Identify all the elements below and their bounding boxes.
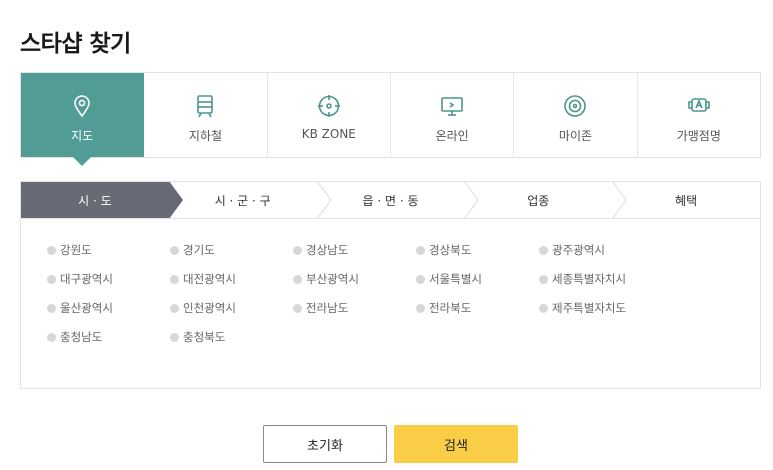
radio-dot-icon	[170, 245, 179, 255]
region-item[interactable]: 강원도	[47, 242, 170, 258]
radio-dot-icon	[47, 245, 56, 255]
region-item[interactable]: 대구광역시	[47, 271, 170, 287]
region-item[interactable]: 충청남도	[47, 329, 170, 345]
region-item[interactable]: 대전광역시	[170, 271, 293, 287]
region-label: 세종특별자치시	[552, 272, 627, 286]
region-label: 전라남도	[306, 301, 349, 315]
radio-dot-icon	[170, 274, 179, 284]
tab-kb-zone[interactable]: KB ZONE	[267, 73, 391, 157]
region-item[interactable]: 전라남도	[293, 300, 416, 316]
region-label: 인천광역시	[183, 301, 236, 315]
radio-dot-icon	[539, 274, 548, 284]
target-circle-icon	[562, 93, 588, 119]
step-navigator: 시 · 도 시 · 군 · 구 읍 · 면 · 동 업종 혜택	[20, 181, 761, 219]
radio-dot-icon	[170, 303, 179, 313]
radio-dot-icon	[416, 303, 425, 313]
step-town[interactable]: 읍 · 면 · 동	[317, 182, 479, 218]
tab-online[interactable]: 온라인	[390, 73, 515, 157]
region-label: 부산광역시	[306, 272, 359, 286]
region-item[interactable]: 울산광역시	[47, 300, 170, 316]
tab-label: 지하철	[188, 129, 223, 143]
tab-map[interactable]: 지도	[21, 73, 145, 166]
radio-dot-icon	[293, 274, 302, 284]
region-item[interactable]: 경기도	[170, 242, 293, 258]
region-label: 제주특별자치도	[552, 301, 627, 315]
crosshair-icon	[316, 93, 342, 119]
monitor-icon	[439, 93, 465, 119]
radio-dot-icon	[416, 245, 425, 255]
tab-label: 온라인	[435, 129, 469, 143]
region-item[interactable]: 광주광역시	[539, 242, 662, 258]
page-title: 스타샵 찾기	[20, 31, 131, 57]
tab-store-name[interactable]: 가맹점명	[637, 73, 760, 157]
region-list: 강원도 경기도 경상남도 경상북도 광주광역시대구광역시 대전광역시 부산광역시 서울특별시 세…	[47, 242, 760, 345]
tab-label: 지도	[71, 129, 94, 143]
step-arrow-icon	[450, 182, 479, 218]
region-item[interactable]: 제주특별자치도	[539, 300, 662, 316]
radio-dot-icon	[170, 332, 179, 342]
map-pin-icon	[69, 93, 95, 119]
radio-dot-icon	[416, 274, 425, 284]
region-item[interactable]: 인천광역시	[170, 300, 293, 316]
radio-dot-icon	[47, 303, 56, 313]
region-label: 강원도	[60, 243, 92, 257]
radio-dot-icon	[47, 332, 56, 342]
region-item[interactable]: 경상남도	[293, 242, 416, 258]
step-arrow-icon	[598, 182, 627, 218]
tab-label: 마이존	[558, 129, 593, 143]
step-business-type[interactable]: 업종	[464, 182, 627, 218]
region-label: 대구광역시	[60, 272, 113, 286]
region-label: 광주광역시	[552, 243, 605, 257]
region-label: 충청북도	[183, 330, 226, 344]
tab-label: KB ZONE	[301, 127, 356, 141]
region-item[interactable]: 경상북도	[416, 242, 539, 258]
region-label: 대전광역시	[183, 272, 236, 286]
step-arrow-icon	[302, 182, 331, 218]
step-city-county[interactable]: 시 · 군 · 구	[169, 182, 331, 218]
tab-subway[interactable]: 지하철	[144, 73, 268, 157]
region-label: 서울특별시	[429, 272, 482, 286]
region-label: 경상북도	[429, 243, 472, 257]
step-benefit[interactable]: 혜택	[612, 182, 760, 218]
reset-button[interactable]: 초기화	[263, 425, 387, 463]
step-province[interactable]: 시 · 도	[21, 182, 183, 218]
region-label: 전라북도	[429, 301, 472, 315]
search-button[interactable]: 검색	[394, 425, 518, 463]
region-label: 충청남도	[60, 330, 103, 344]
region-label: 울산광역시	[60, 301, 113, 315]
region-item[interactable]: 충청북도	[170, 329, 293, 345]
search-store-icon	[686, 93, 712, 119]
subway-icon	[192, 93, 218, 119]
region-panel: 강원도 경기도 경상남도 경상북도 광주광역시대구광역시 대전광역시 부산광역시 서울특별시 세…	[20, 218, 761, 389]
region-label: 경상남도	[306, 243, 349, 257]
region-item[interactable]: 전라북도	[416, 300, 539, 316]
radio-dot-icon	[293, 303, 302, 313]
radio-dot-icon	[539, 245, 548, 255]
region-item[interactable]: 부산광역시	[293, 271, 416, 287]
radio-dot-icon	[539, 303, 548, 313]
tab-label: 가맹점명	[676, 129, 721, 143]
region-item[interactable]: 세종특별자치시	[539, 271, 662, 287]
radio-dot-icon	[293, 245, 302, 255]
step-arrow-icon	[154, 182, 183, 218]
region-label: 경기도	[183, 243, 215, 257]
radio-dot-icon	[47, 274, 56, 284]
region-item[interactable]: 서울특별시	[416, 271, 539, 287]
tab-my-zone[interactable]: 마이존	[514, 73, 638, 157]
category-tabs: 지도 지하철 KB ZONE 온라인 마이존 가맹점명	[20, 72, 761, 166]
